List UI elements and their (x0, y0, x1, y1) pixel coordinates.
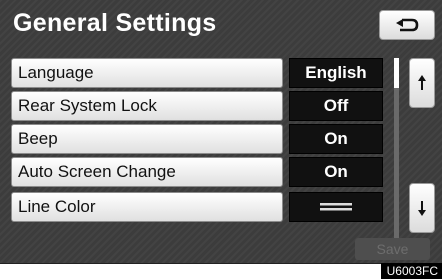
page-title: General Settings (13, 9, 217, 37)
line-color-swatch (320, 203, 352, 211)
image-code-label: U6003FC (380, 263, 442, 279)
scroll-down-button[interactable] (409, 183, 435, 233)
setting-label: Beep (18, 129, 58, 148)
setting-auto-screen-change-value: On (289, 157, 383, 187)
setting-label: Rear System Lock (18, 96, 157, 115)
scroll-up-button[interactable] (409, 58, 435, 108)
setting-rear-system-lock-value: Off (289, 91, 383, 121)
setting-beep-button[interactable]: Beep (11, 124, 283, 154)
save-button[interactable]: Save (355, 238, 430, 260)
setting-auto-screen-change-button[interactable]: Auto Screen Change (11, 157, 283, 187)
setting-language-value: English (289, 58, 383, 88)
scrollbar-thumb[interactable] (394, 58, 399, 88)
setting-language-button[interactable]: Language (11, 58, 283, 88)
scroll-up-icon (418, 75, 426, 90)
return-arrow-icon (396, 18, 419, 32)
setting-label: Line Color (18, 197, 96, 216)
back-button[interactable] (379, 10, 435, 40)
setting-beep-value: On (289, 124, 383, 154)
setting-line-color-button[interactable]: Line Color (11, 192, 283, 222)
settings-screen: General Settings Language English Rear S… (0, 0, 442, 264)
setting-rear-system-lock-button[interactable]: Rear System Lock (11, 91, 283, 121)
setting-label: Language (18, 63, 94, 82)
scroll-down-icon (418, 201, 426, 216)
setting-line-color-value (289, 192, 383, 222)
setting-label: Auto Screen Change (18, 162, 176, 181)
